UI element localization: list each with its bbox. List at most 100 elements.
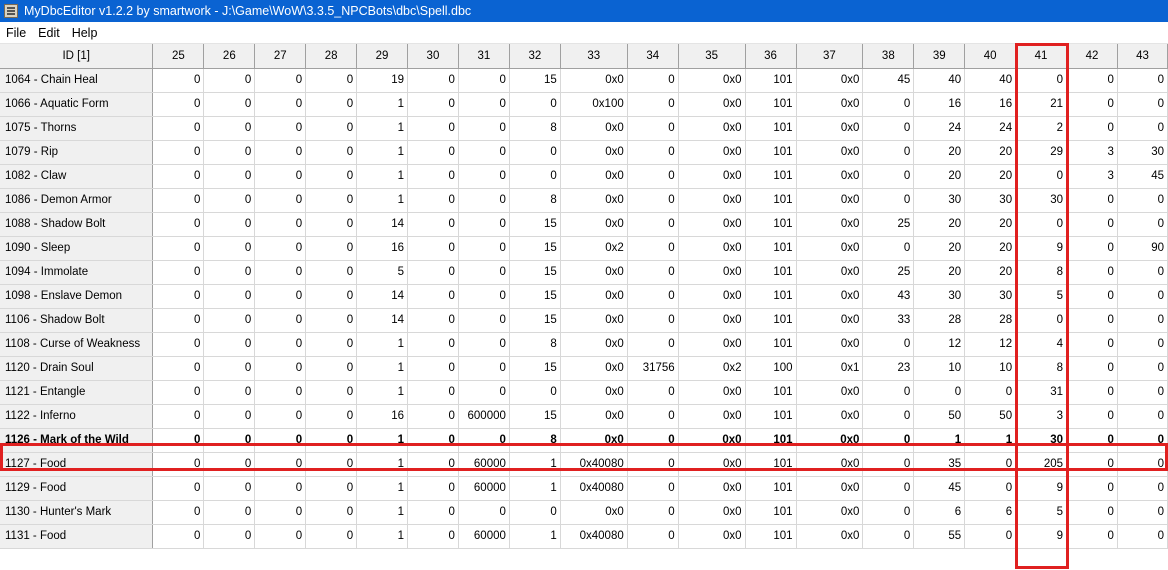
table-cell[interactable]: 101	[745, 164, 797, 189]
table-cell[interactable]: 8	[509, 332, 561, 357]
table-cell[interactable]: 0	[862, 500, 915, 525]
table-cell[interactable]: 0	[305, 236, 358, 261]
table-cell[interactable]: 0x0	[796, 92, 864, 117]
table-cell[interactable]: 0x0	[678, 380, 746, 405]
table-cell[interactable]: 0	[458, 68, 510, 93]
table-cell[interactable]: 0	[627, 164, 679, 189]
row-header[interactable]: 1088 - Shadow Bolt	[0, 212, 154, 237]
table-cell[interactable]: 0x0	[560, 404, 628, 429]
table-cell[interactable]: 8	[509, 116, 561, 141]
table-cell[interactable]: 0	[964, 380, 1017, 405]
row-header[interactable]: 1131 - Food	[0, 524, 154, 549]
table-cell[interactable]: 0	[458, 236, 510, 261]
table-cell[interactable]: 101	[745, 188, 797, 213]
table-cell[interactable]: 29	[1015, 140, 1068, 165]
table-cell[interactable]: 0	[407, 212, 459, 237]
column-header-28[interactable]: 28	[305, 44, 358, 69]
table-cell[interactable]: 0	[305, 380, 358, 405]
table-row[interactable]: 1120 - Drain Soul 0 0 0 0 1 0 0 15 0x0 31756 0x2 100…	[0, 356, 1168, 381]
table-cell[interactable]: 0	[152, 356, 205, 381]
table-cell[interactable]: 101	[745, 68, 797, 93]
table-cell[interactable]: 0	[1117, 116, 1168, 141]
table-cell[interactable]: 5	[1015, 500, 1068, 525]
table-cell[interactable]: 0	[1117, 356, 1168, 381]
table-cell[interactable]: 101	[745, 116, 797, 141]
table-cell[interactable]: 0	[407, 404, 459, 429]
table-cell[interactable]: 0	[1066, 428, 1118, 453]
table-cell[interactable]: 0	[203, 404, 256, 429]
table-cell[interactable]: 50	[913, 404, 966, 429]
table-cell[interactable]: 0x0	[678, 164, 746, 189]
table-cell[interactable]: 0	[407, 164, 459, 189]
table-cell[interactable]: 0	[203, 476, 256, 501]
table-cell[interactable]: 9	[1015, 236, 1068, 261]
table-cell[interactable]: 20	[964, 164, 1017, 189]
table-cell[interactable]: 600000	[458, 404, 510, 429]
row-header[interactable]: 1129 - Food	[0, 476, 154, 501]
table-cell[interactable]: 0	[1066, 524, 1118, 549]
table-cell[interactable]: 0	[1117, 284, 1168, 309]
table-cell[interactable]: 0	[1015, 164, 1068, 189]
table-cell[interactable]: 15	[509, 68, 561, 93]
table-cell[interactable]: 1	[356, 92, 408, 117]
table-row[interactable]: 1130 - Hunter's Mark 0 0 0 0 1 0 0 0 0x0 0 0x0 101 0x…	[0, 500, 1168, 525]
table-cell[interactable]: 0	[152, 188, 205, 213]
row-header[interactable]: 1130 - Hunter's Mark	[0, 500, 154, 525]
table-row[interactable]: 1129 - Food 0 0 0 0 1 0 60000 1 0x40080 0 0x0 101 0x0…	[0, 476, 1168, 501]
table-cell[interactable]: 0x0	[560, 500, 628, 525]
table-cell[interactable]: 0	[627, 68, 679, 93]
table-row[interactable]: 1126 - Mark of the Wild 0 0 0 0 1 0 0 8 0x0 0 0x0 10…	[0, 428, 1168, 453]
table-cell[interactable]: 101	[745, 140, 797, 165]
table-cell[interactable]: 0	[203, 308, 256, 333]
table-cell[interactable]: 20	[964, 260, 1017, 285]
row-header[interactable]: 1079 - Rip	[0, 140, 154, 165]
table-cell[interactable]: 0x0	[678, 404, 746, 429]
table-cell[interactable]: 0	[203, 452, 256, 477]
table-cell[interactable]: 0	[407, 500, 459, 525]
table-cell[interactable]: 0x0	[796, 428, 864, 453]
row-header[interactable]: 1094 - Immolate	[0, 260, 154, 285]
table-cell[interactable]: 40	[964, 68, 1017, 93]
table-cell[interactable]: 0	[254, 92, 307, 117]
table-cell[interactable]: 0	[627, 188, 679, 213]
table-cell[interactable]: 0	[1066, 236, 1118, 261]
table-row[interactable]: 1127 - Food 0 0 0 0 1 0 60000 1 0x40080 0 0x0 101 0x0…	[0, 452, 1168, 477]
table-cell[interactable]: 1	[913, 428, 966, 453]
table-cell[interactable]: 1	[356, 188, 408, 213]
table-cell[interactable]: 0	[862, 236, 915, 261]
table-cell[interactable]: 45	[1117, 164, 1168, 189]
table-cell[interactable]: 1	[509, 476, 561, 501]
table-cell[interactable]: 1	[356, 476, 408, 501]
table-cell[interactable]: 0	[627, 116, 679, 141]
table-cell[interactable]: 12	[913, 332, 966, 357]
table-cell[interactable]: 0x0	[796, 284, 864, 309]
table-cell[interactable]: 0	[407, 236, 459, 261]
table-cell[interactable]: 2	[1015, 116, 1068, 141]
column-header-36[interactable]: 36	[745, 44, 797, 69]
table-cell[interactable]: 0	[1015, 212, 1068, 237]
row-header[interactable]: 1066 - Aquatic Form	[0, 92, 154, 117]
table-cell[interactable]: 0	[862, 164, 915, 189]
table-cell[interactable]: 0	[627, 308, 679, 333]
table-cell[interactable]: 0	[627, 476, 679, 501]
table-cell[interactable]: 0	[407, 284, 459, 309]
table-cell[interactable]: 20	[913, 164, 966, 189]
table-cell[interactable]: 0	[254, 260, 307, 285]
table-cell[interactable]: 0	[254, 332, 307, 357]
table-cell[interactable]: 10	[913, 356, 966, 381]
table-cell[interactable]: 0x0	[678, 332, 746, 357]
table-cell[interactable]: 0	[862, 452, 915, 477]
table-cell[interactable]: 0x0	[560, 332, 628, 357]
table-cell[interactable]: 0	[254, 236, 307, 261]
table-cell[interactable]: 0x0	[796, 188, 864, 213]
table-cell[interactable]: 0x0	[796, 164, 864, 189]
table-cell[interactable]: 0	[305, 188, 358, 213]
table-cell[interactable]: 9	[1015, 524, 1068, 549]
table-cell[interactable]: 0	[305, 452, 358, 477]
table-cell[interactable]: 1	[356, 356, 408, 381]
row-header[interactable]: 1108 - Curse of Weakness	[0, 332, 154, 357]
table-cell[interactable]: 0	[254, 308, 307, 333]
table-cell[interactable]: 0	[152, 380, 205, 405]
table-cell[interactable]: 0	[152, 260, 205, 285]
table-cell[interactable]: 1	[356, 116, 408, 141]
